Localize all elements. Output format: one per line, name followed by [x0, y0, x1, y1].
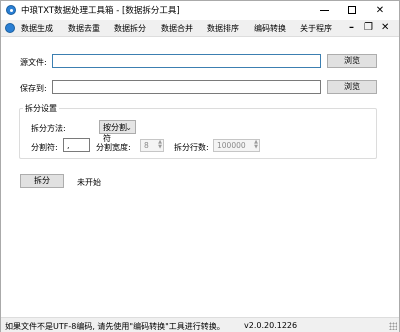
- minimize-button[interactable]: [311, 1, 337, 19]
- window-title: 中琅TXT数据处理工具箱 - [数据拆分工具]: [21, 6, 180, 16]
- spinner-arrows-icon: ▲ ▼: [254, 139, 258, 150]
- version-text: v2.0.20.1226: [244, 321, 298, 330]
- menu-item-sort[interactable]: 数据排序: [207, 23, 239, 34]
- title-bar[interactable]: 中琅TXT数据处理工具箱 - [数据拆分工具] ✕: [1, 1, 399, 19]
- mdi-close-button[interactable]: ✕: [381, 22, 389, 34]
- split-status-text: 未开始: [77, 178, 101, 187]
- menu-item-split[interactable]: 数据拆分: [114, 23, 146, 34]
- split-settings-title: 拆分设置: [23, 103, 59, 114]
- mdi-restore-button[interactable]: ❐: [364, 22, 373, 34]
- source-file-input[interactable]: [52, 54, 321, 68]
- maximize-icon: [348, 6, 356, 14]
- separator-input[interactable]: [63, 138, 90, 152]
- save-to-input[interactable]: [52, 80, 321, 94]
- separator-label: 分割符:: [31, 143, 58, 152]
- maximize-button[interactable]: [339, 1, 365, 19]
- split-rows-value: 100000: [217, 141, 246, 150]
- split-button[interactable]: 拆分: [20, 174, 64, 188]
- menu-item-dedupe[interactable]: 数据去重: [68, 23, 100, 34]
- resize-grip-icon[interactable]: [389, 322, 397, 330]
- status-bar: 如果文件不是UTF-8编码, 请先使用"编码转换"工具进行转换。 v2.0.20…: [1, 317, 399, 332]
- mdi-child-icon[interactable]: [5, 23, 15, 33]
- split-rows-spinner: 100000 ▲ ▼: [213, 139, 260, 152]
- source-file-label: 源文件:: [20, 58, 47, 67]
- app-logo-icon: [6, 5, 16, 15]
- mdi-minimize-button[interactable]: –: [349, 22, 354, 34]
- split-method-label: 拆分方法:: [31, 124, 66, 133]
- menu-bar: 数据生成 数据去重 数据拆分 数据合并 数据排序 编码转换 关于程序 – ❐ ✕: [1, 20, 399, 37]
- close-icon: ✕: [375, 4, 385, 16]
- save-to-label: 保存到:: [20, 84, 47, 93]
- spinner-arrows-icon: ▲ ▼: [158, 139, 162, 150]
- minimize-icon: [319, 9, 329, 11]
- split-width-value: 8: [144, 141, 149, 150]
- status-hint-text: 如果文件不是UTF-8编码, 请先使用"编码转换"工具进行转换。: [5, 322, 225, 331]
- source-browse-button[interactable]: 浏览: [327, 54, 377, 68]
- save-browse-button[interactable]: 浏览: [327, 80, 377, 94]
- chevron-down-icon: ⌄: [125, 123, 132, 132]
- menu-item-generate[interactable]: 数据生成: [21, 23, 53, 34]
- split-width-label: 分割宽度:: [96, 143, 131, 152]
- menu-item-encoding[interactable]: 编码转换: [254, 23, 286, 34]
- app-window: 中琅TXT数据处理工具箱 - [数据拆分工具] ✕ 数据生成 数据去重 数据拆分…: [0, 0, 400, 332]
- split-method-select[interactable]: 按分割符 ⌄: [99, 120, 136, 143]
- menu-item-about[interactable]: 关于程序: [300, 23, 332, 34]
- menu-item-merge[interactable]: 数据合并: [161, 23, 193, 34]
- split-rows-label: 拆分行数:: [174, 143, 209, 152]
- split-width-spinner: 8 ▲ ▼: [140, 139, 164, 152]
- close-button[interactable]: ✕: [367, 1, 393, 19]
